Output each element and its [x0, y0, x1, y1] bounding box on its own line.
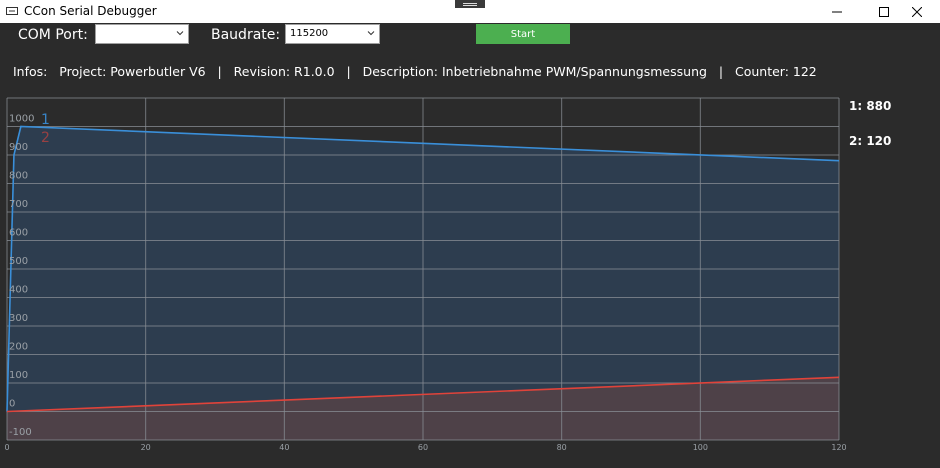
chevron-down-icon: [367, 31, 375, 36]
minimize-button[interactable]: [814, 0, 860, 23]
start-button[interactable]: Start: [476, 24, 570, 44]
y-tick-label: -100: [9, 427, 32, 438]
chevron-down-icon: [176, 31, 184, 36]
y-tick-label: 1100: [9, 95, 34, 96]
y-tick-label: 1000: [9, 114, 34, 125]
title-bar: CCon Serial Debugger: [0, 0, 940, 23]
x-tick-label: 40: [279, 443, 289, 452]
y-tick-label: 400: [9, 285, 28, 296]
com-port-label: COM Port:: [18, 27, 88, 43]
app-icon: [6, 7, 18, 15]
x-tick-label: 0: [4, 443, 9, 452]
com-port-select[interactable]: [95, 24, 189, 44]
x-tick-label: 120: [831, 443, 846, 452]
minimize-icon: [832, 11, 842, 12]
series-2-readout: 2: 120: [849, 134, 892, 148]
series-1-readout: 1: 880: [849, 99, 892, 113]
baudrate-label: Baudrate:: [211, 27, 281, 43]
window-title: CCon Serial Debugger: [24, 4, 157, 18]
y-tick-label: 100: [9, 370, 28, 381]
x-tick-label: 60: [418, 443, 428, 452]
x-tick-label: 100: [693, 443, 708, 452]
baudrate-value: 115200: [290, 28, 329, 39]
legend-series-1: 1: [41, 112, 50, 128]
y-tick-label: 500: [9, 256, 28, 267]
y-tick-label: 700: [9, 199, 28, 210]
close-button[interactable]: [894, 0, 940, 23]
y-tick-label: 800: [9, 171, 28, 182]
maximize-icon: [879, 6, 889, 17]
y-tick-label: 200: [9, 342, 28, 353]
y-tick-label: 0: [9, 399, 15, 410]
drag-handle-icon[interactable]: [455, 0, 485, 8]
x-tick-label: 80: [557, 443, 567, 452]
baudrate-select[interactable]: 115200: [285, 24, 380, 44]
close-icon: [912, 6, 922, 17]
y-tick-label: 900: [9, 142, 28, 153]
y-tick-label: 300: [9, 313, 28, 324]
legend-series-2: 2: [41, 130, 50, 146]
info-line: Infos: Project: Powerbutler V6 | Revisio…: [13, 64, 817, 79]
line-chart: 110010009008007006005004003002001000-100…: [4, 95, 846, 452]
x-tick-label: 20: [141, 443, 151, 452]
y-tick-label: 600: [9, 228, 28, 239]
